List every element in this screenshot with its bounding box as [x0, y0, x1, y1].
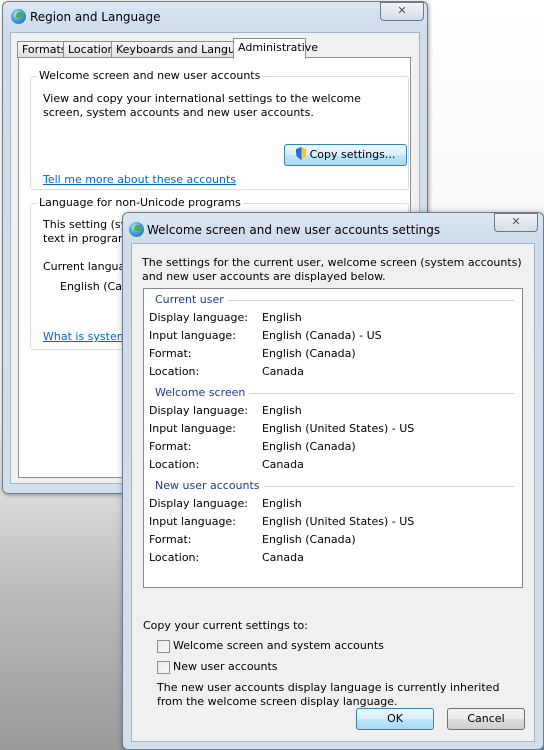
settings-summary-box: Current user Display language: English In… [143, 288, 523, 588]
setting-row: Display language: English [149, 311, 509, 329]
checkbox-label: Welcome screen and system accounts [173, 639, 384, 652]
setting-row: Display language: English [149, 404, 509, 422]
setting-label: Input language: [149, 329, 236, 342]
inheritance-note: The new user accounts display language i… [157, 681, 500, 708]
group-label: Language for non-Unicode programs [37, 196, 243, 209]
setting-label: Location: [149, 551, 200, 564]
setting-value: English [262, 404, 302, 417]
setting-label: Format: [149, 440, 192, 453]
setting-value: English (Canada) [262, 347, 356, 360]
close-button[interactable]: ✕ [494, 213, 538, 232]
setting-value: Canada [262, 551, 304, 564]
tab-label: Location [68, 43, 115, 56]
setting-value: English [262, 497, 302, 510]
setting-label: Format: [149, 533, 192, 546]
copy-settings-label: Copy your current settings to: [143, 619, 308, 632]
setting-row: Location: Canada [149, 551, 509, 569]
section-header-current-user: Current user [144, 293, 522, 311]
tell-me-more-link[interactable]: Tell me more about these accounts [43, 173, 236, 186]
copy-settings-button[interactable]: Copy settings... [284, 144, 407, 166]
group-description: View and copy your international setting… [43, 92, 361, 119]
setting-row: Input language: English (Canada) - US [149, 329, 509, 347]
setting-value: English (Canada) [262, 440, 356, 453]
group-label: Welcome screen and new user accounts [37, 69, 263, 82]
button-label: Cancel [467, 712, 505, 725]
close-button[interactable]: ✕ [380, 2, 424, 21]
setting-value: English (United States) - US [262, 515, 415, 528]
setting-label: Input language: [149, 515, 236, 528]
setting-value: English (Canada) [262, 533, 356, 546]
window-title: Region and Language [30, 10, 161, 24]
checkbox-box[interactable] [157, 640, 170, 653]
tab-keyboards-and-languages[interactable]: Keyboards and Languages [111, 41, 261, 58]
section-header-new-user-accounts: New user accounts [144, 479, 522, 497]
setting-row: Location: Canada [149, 458, 509, 476]
globe-icon [11, 9, 26, 24]
welcome-settings-dialog: Welcome screen and new user accounts set… [122, 212, 544, 750]
section-title: Current user [155, 293, 228, 306]
setting-label: Input language: [149, 422, 236, 435]
welcome-screen-group: Welcome screen and new user accounts Vie… [30, 69, 409, 190]
section-title: Welcome screen [155, 386, 250, 399]
checkbox-welcome-screen[interactable]: Welcome screen and system accounts [157, 638, 417, 654]
close-icon: ✕ [511, 215, 521, 228]
tab-label: Administrative [238, 41, 319, 54]
setting-row: Input language: English (United States) -… [149, 515, 509, 533]
section-header-welcome-screen: Welcome screen [144, 386, 522, 404]
setting-label: Display language: [149, 404, 248, 417]
globe-icon [129, 222, 144, 237]
setting-row: Input language: English (United States) -… [149, 422, 509, 440]
checkbox-label: New user accounts [173, 660, 278, 673]
setting-label: Location: [149, 458, 200, 471]
tab-administrative[interactable]: Administrative [233, 38, 318, 59]
setting-row: Format: English (Canada) [149, 533, 509, 551]
button-label: Copy settings... [309, 148, 396, 161]
button-label: OK [387, 712, 403, 725]
setting-value: English [262, 311, 302, 324]
setting-row: Format: English (Canada) [149, 347, 509, 365]
setting-value: English (United States) - US [262, 422, 415, 435]
setting-value: English (Canada) - US [262, 329, 382, 342]
dialog-title: Welcome screen and new user accounts set… [147, 223, 441, 237]
tab-label: Formats [22, 43, 67, 56]
dialog-client-area: The settings for the current user, welco… [131, 243, 535, 742]
tab-location[interactable]: Location [63, 41, 115, 58]
intro-text: The settings for the current user, welco… [142, 256, 522, 283]
tab-formats[interactable]: Formats [17, 41, 67, 58]
ok-button[interactable]: OK [356, 708, 434, 730]
setting-label: Display language: [149, 311, 248, 324]
setting-value: Canada [262, 458, 304, 471]
setting-label: Format: [149, 347, 192, 360]
cancel-button[interactable]: Cancel [447, 708, 525, 730]
uac-shield-icon [295, 147, 307, 160]
checkbox-box[interactable] [157, 661, 170, 674]
setting-value: Canada [262, 365, 304, 378]
setting-row: Location: Canada [149, 365, 509, 383]
close-icon: ✕ [397, 4, 407, 17]
setting-row: Format: English (Canada) [149, 440, 509, 458]
section-title: New user accounts [155, 479, 264, 492]
setting-row: Display language: English [149, 497, 509, 515]
setting-label: Display language: [149, 497, 248, 510]
setting-label: Location: [149, 365, 200, 378]
checkbox-new-user-accounts[interactable]: New user accounts [157, 659, 417, 675]
